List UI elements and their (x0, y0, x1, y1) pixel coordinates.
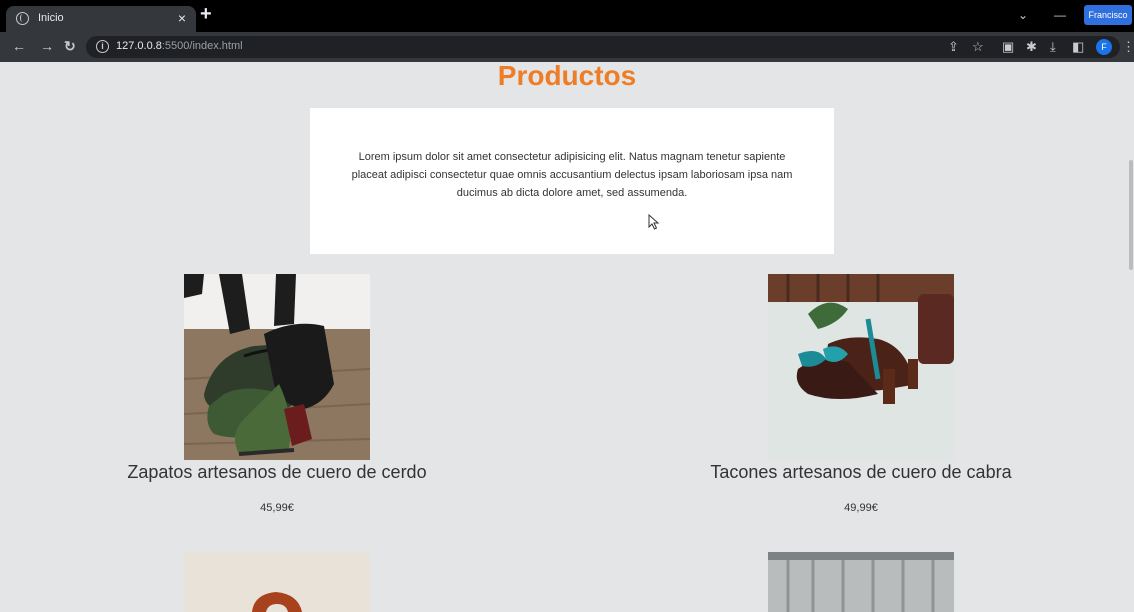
globe-icon (16, 12, 29, 25)
url-text: 127.0.0.8:5500/index.html (116, 40, 243, 52)
intro-card: Lorem ipsum dolor sit amet consectetur a… (310, 108, 834, 254)
url-path: :5500/index.html (161, 40, 243, 52)
avatar[interactable]: F (1096, 39, 1112, 55)
side-panel-icon[interactable]: ◧ (1072, 39, 1084, 55)
reload-icon[interactable]: ↻ (64, 38, 76, 55)
browser-tab[interactable]: Inicio × (6, 6, 196, 32)
product-price: 49,99€ (844, 502, 878, 514)
tab-title: Inicio (38, 12, 64, 24)
mouse-cursor-icon (648, 214, 660, 230)
browser-toolbar: ← → ↻ i 127.0.0.8:5500/index.html ⇪ ☆ ▣ … (0, 32, 1134, 62)
share-icon[interactable]: ⇪ (948, 39, 959, 55)
new-tab-button[interactable]: + (200, 4, 212, 24)
extensions-icon[interactable]: ✱ (1026, 39, 1037, 55)
scrollbar-track[interactable] (1128, 62, 1134, 612)
tab-close-icon[interactable]: × (178, 10, 186, 26)
media-icon[interactable]: ▣ (1002, 39, 1014, 55)
product-image-partial[interactable] (768, 552, 954, 612)
info-icon[interactable]: i (96, 40, 109, 53)
forward-icon[interactable]: → (40, 38, 54, 54)
url-host: 127.0.0.8 (116, 40, 162, 52)
product-name[interactable]: Zapatos artesanos de cuero de cerdo (77, 462, 477, 483)
download-icon[interactable]: ⤓ (1050, 39, 1056, 55)
back-icon[interactable]: ← (12, 38, 26, 54)
product-image-shoes[interactable] (184, 274, 370, 460)
page-title: Productos (497, 60, 637, 91)
minimize-icon[interactable]: — (1054, 8, 1066, 22)
product-price: 45,99€ (260, 502, 294, 514)
bookmark-star-icon[interactable]: ☆ (972, 39, 984, 55)
tab-search-icon[interactable]: ⌄ (1018, 8, 1028, 22)
product-image-heels[interactable] (768, 274, 954, 460)
browser-tab-strip: Inicio × + ⌄ — Francisco (0, 0, 1134, 32)
product-image-partial[interactable] (184, 552, 370, 612)
intro-text: Lorem ipsum dolor sit amet consectetur a… (351, 151, 793, 199)
address-bar[interactable]: i 127.0.0.8:5500/index.html (86, 36, 1120, 58)
product-name[interactable]: Tacones artesanos de cuero de cabra (661, 462, 1061, 483)
menu-kebab-icon[interactable]: ⋮ (1122, 39, 1134, 55)
scrollbar-thumb[interactable] (1129, 160, 1133, 270)
profile-badge[interactable]: Francisco (1084, 5, 1132, 25)
